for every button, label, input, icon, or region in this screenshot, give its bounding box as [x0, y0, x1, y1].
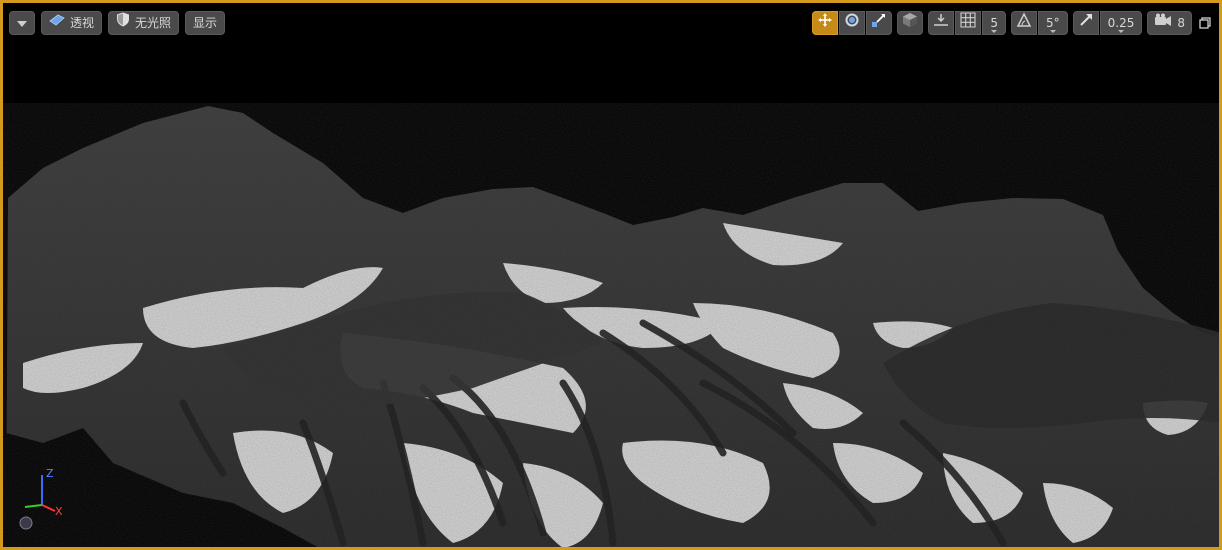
angle-icon: [1016, 11, 1032, 35]
perspective-icon: [49, 12, 65, 34]
translate-button[interactable]: [812, 11, 839, 35]
show-label: 显示: [193, 16, 218, 30]
perspective-button[interactable]: 透视: [41, 11, 103, 35]
camera-speed-button[interactable]: 8: [1147, 11, 1192, 35]
level-viewport[interactable]: 透视 无光照 显示 5 5° 0.25 8 Z X: [0, 0, 1222, 550]
camera-speed-value: 8: [1177, 16, 1185, 30]
camera-icon: [1154, 12, 1172, 34]
view-mode-label: 无光照: [135, 16, 172, 30]
rotate-button[interactable]: [839, 11, 866, 35]
terrain-render[interactable]: [3, 3, 1222, 550]
axis-gizmo: Z X: [15, 453, 65, 533]
maximize-viewport-button[interactable]: [1199, 16, 1211, 29]
axis-x-label: X: [55, 505, 63, 518]
scale-snap-button[interactable]: [1072, 11, 1099, 35]
rotation-snap-group: 5°: [1011, 11, 1068, 35]
perspective-label: 透视: [70, 16, 95, 30]
maximize-icon: [1199, 14, 1211, 33]
scale-snap-value-dropdown[interactable]: 0.25: [1099, 11, 1143, 35]
shield-icon: [116, 12, 130, 34]
surface-snap-button[interactable]: [928, 11, 955, 35]
scale-button[interactable]: [866, 11, 893, 35]
transform-mode-group: [812, 11, 893, 35]
chevron-down-icon: [1049, 30, 1056, 33]
grid-snap-button[interactable]: [955, 11, 982, 35]
snapping-group: 5: [928, 11, 1006, 35]
world-local-toggle[interactable]: [897, 11, 924, 35]
rotation-snap-value-dropdown[interactable]: 5°: [1038, 11, 1068, 35]
scale-snap-group: 0.25: [1072, 11, 1143, 35]
axis-z-label: Z: [46, 467, 54, 480]
grid-snap-value-dropdown[interactable]: 5: [982, 11, 1006, 35]
viewport-toolbar-left: 透视 无光照 显示: [9, 11, 226, 35]
axis-lines: [19, 475, 56, 530]
viewport-toolbar-right: 5 5° 0.25 8: [812, 11, 1211, 35]
surface-snap-icon: [933, 12, 949, 35]
grid-icon: [960, 11, 976, 35]
translate-icon: [817, 12, 833, 35]
cube-icon: [902, 12, 918, 35]
chevron-down-icon: [17, 12, 27, 34]
chevron-down-icon: [1118, 30, 1124, 33]
rotation-snap-button[interactable]: [1011, 11, 1037, 35]
rotate-icon: [844, 12, 860, 35]
chevron-down-icon: [991, 30, 998, 33]
viewport-options-button[interactable]: [9, 11, 35, 35]
show-button[interactable]: 显示: [185, 11, 226, 35]
scale-icon: [871, 12, 887, 35]
scale-snap-icon: [1078, 12, 1094, 35]
view-mode-button[interactable]: 无光照: [108, 11, 180, 35]
